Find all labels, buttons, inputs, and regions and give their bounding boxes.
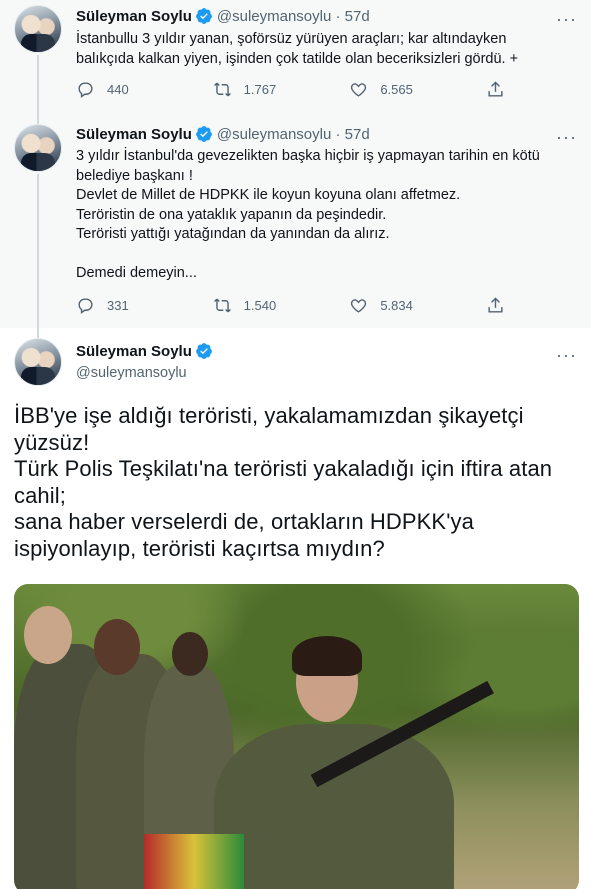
retweet-icon (213, 82, 231, 97)
thread-connector-line (37, 55, 39, 116)
verified-badge-icon (195, 126, 212, 142)
share-button[interactable] (486, 296, 506, 315)
share-button[interactable] (486, 80, 506, 99)
author-name[interactable]: Süleyman Soylu (76, 126, 192, 143)
photo-banner (144, 834, 244, 889)
retweet-count: 1.540 (243, 298, 277, 313)
author-handle[interactable]: @suleymansoylu (217, 8, 331, 25)
heart-icon (351, 83, 367, 97)
avatar[interactable] (14, 5, 62, 53)
tweet-text: 3 yıldır İstanbul'da gevezelikten başka … (76, 148, 540, 281)
tweet-photo[interactable] (14, 584, 579, 889)
reply-icon (78, 82, 93, 99)
heart-icon (351, 299, 367, 313)
thread-connector-line (37, 328, 39, 338)
tweet-text: İstanbullu 3 yıldır yanan, şoförsüz yürü… (76, 31, 519, 67)
author-name[interactable]: Süleyman Soylu (76, 343, 192, 360)
retweet-icon (213, 298, 231, 313)
author-handle[interactable]: @suleymansoylu (217, 126, 331, 143)
retweet-button[interactable]: 1.767 (213, 80, 303, 99)
share-icon (488, 81, 503, 97)
thread-tweet-2[interactable]: Süleyman Soylu @suleymansoylu · 57d ··· … (0, 116, 591, 328)
thread-tweet-1[interactable]: Süleyman Soylu @suleymansoylu · 57d ··· … (0, 0, 591, 116)
reply-count: 440 (107, 82, 129, 97)
reply-button[interactable]: 440 (76, 80, 166, 99)
author-handle[interactable]: @suleymansoylu (76, 365, 187, 381)
reply-count: 331 (107, 298, 129, 313)
more-dots-icon[interactable]: ··· (556, 128, 577, 146)
avatar[interactable] (14, 338, 62, 386)
like-button[interactable]: 6.565 (349, 80, 439, 99)
tweet-time[interactable]: 57d (345, 126, 370, 143)
retweet-button[interactable]: 1.540 (213, 296, 303, 315)
like-count: 5.834 (380, 298, 413, 313)
tweet-actions: 440 1.767 6.565 (76, 80, 506, 99)
reply-icon (78, 298, 93, 315)
verified-badge-icon (195, 343, 212, 359)
photo-figure (172, 632, 208, 676)
photo-figure (24, 606, 72, 664)
main-tweet-text: İBB'ye işe aldığı teröristi, yakalamamız… (14, 403, 553, 561)
more-dots-icon[interactable]: ··· (556, 346, 577, 364)
share-icon (488, 297, 503, 313)
reply-button[interactable]: 331 (76, 296, 166, 315)
thread-connector-line (37, 174, 39, 328)
photo-figure (292, 636, 362, 676)
retweet-count: 1.767 (243, 82, 277, 97)
verified-badge-icon (195, 8, 212, 24)
avatar[interactable] (14, 124, 62, 172)
thread-connector-line (37, 116, 39, 124)
photo-figure (214, 724, 454, 889)
more-dots-icon[interactable]: ··· (556, 10, 577, 28)
like-button[interactable]: 5.834 (349, 296, 439, 315)
like-count: 6.565 (380, 82, 413, 97)
tweet-actions: 331 1.540 5.834 (76, 296, 506, 315)
author-name[interactable]: Süleyman Soylu (76, 8, 192, 25)
main-tweet: Süleyman Soylu @suleymansoylu ··· İBB'ye… (0, 328, 591, 889)
photo-figure (94, 619, 140, 675)
tweet-time[interactable]: 57d (345, 8, 370, 25)
